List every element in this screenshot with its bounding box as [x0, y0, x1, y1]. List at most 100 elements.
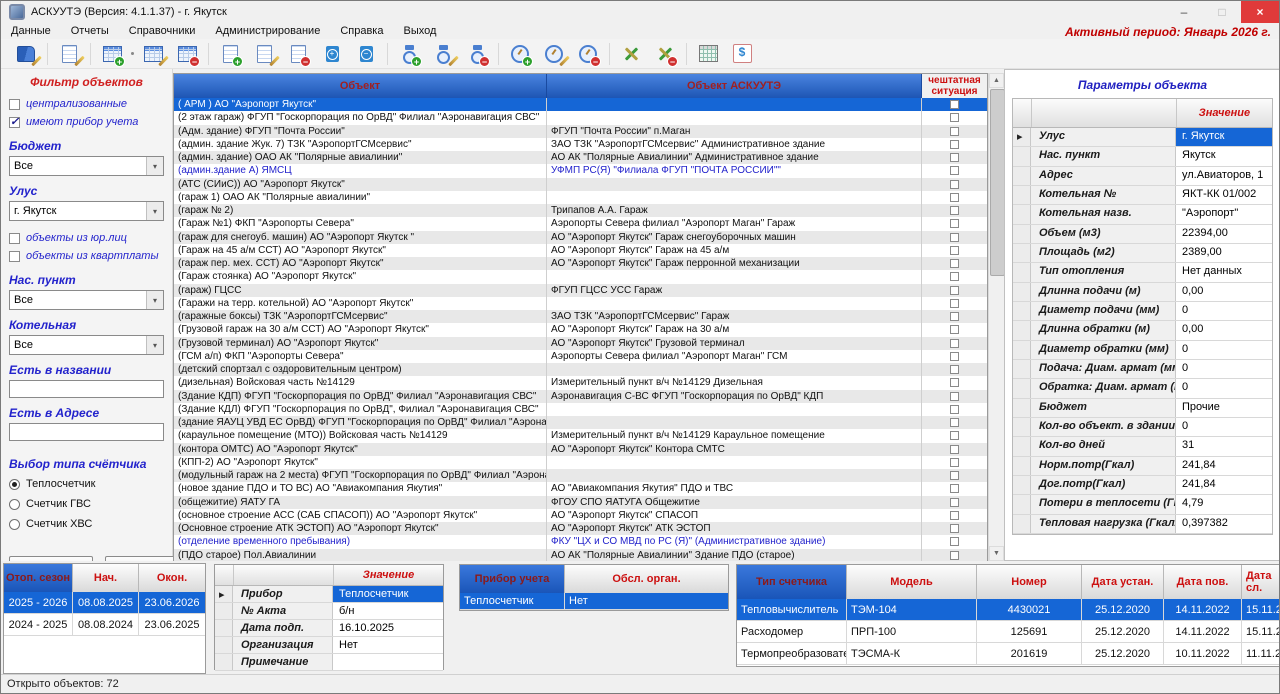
askuute-object-cell[interactable]: АО "Аэропорт Якутск" Грузовой терминал	[547, 337, 922, 350]
emergency-checkbox[interactable]	[950, 127, 959, 136]
askuute-object-cell[interactable]	[547, 98, 922, 111]
meter-type-cell[interactable]: Тепловычислитель	[737, 599, 847, 620]
emergency-checkbox[interactable]	[950, 551, 959, 560]
emergency-checkbox[interactable]	[950, 206, 959, 215]
param-row[interactable]: Нас. пункт Якутск	[1013, 147, 1272, 166]
emergency-checkbox[interactable]	[950, 537, 959, 546]
param-row[interactable]: Норм.потр(Гкал) 241,84	[1013, 457, 1272, 476]
meter-delete-button[interactable]: −	[461, 40, 493, 68]
emergency-checkbox[interactable]	[950, 180, 959, 189]
checkbox[interactable]	[9, 233, 20, 244]
emergency-checkbox[interactable]	[950, 484, 959, 493]
object-add-button[interactable]: +	[214, 40, 246, 68]
object-name-cell[interactable]: (основное строение АСС (САБ СПАСОП)) АО …	[174, 509, 547, 522]
table-row[interactable]: (Грузовой гараж на 30 а/м ССТ) АО "Аэроп…	[174, 323, 987, 336]
emergency-checkbox[interactable]	[950, 286, 959, 295]
act-row[interactable]: Дата подп. 16.10.2025	[215, 620, 443, 637]
param-row[interactable]: Кол-во дней 31	[1013, 437, 1272, 456]
askuute-object-cell[interactable]: Аэронавигация С-ВС ФГУП "Госкорпорация п…	[547, 390, 922, 403]
table-row[interactable]: (Адм. здание) ФГУП "Почта России" ФГУП "…	[174, 125, 987, 138]
object-edit-button[interactable]	[248, 40, 280, 68]
menu-item[interactable]: Выход	[393, 25, 446, 37]
param-value[interactable]: ул.Авиаторов, 1	[1176, 167, 1272, 185]
meter-row[interactable]: Термопреобразователь ТЭСМА-К 201619 25.1…	[737, 643, 1280, 665]
object-name-cell[interactable]: (админ. здание Жук. 7) ТЗК "АэропортГСМс…	[174, 138, 547, 151]
budget-select[interactable]: Все ▾	[9, 156, 164, 176]
checked-date-cell[interactable]: 14.11.2022	[1164, 599, 1242, 620]
object-name-cell[interactable]: (АТС (СИиС)) АО "Аэропорт Якутск"	[174, 178, 547, 191]
device-edit-button[interactable]	[538, 40, 570, 68]
minimize-button[interactable]: –	[1165, 1, 1203, 23]
emergency-checkbox[interactable]	[950, 339, 959, 348]
meter-type-cell[interactable]: Термопреобразователь	[737, 643, 847, 664]
menu-item[interactable]: Отчеты	[61, 25, 119, 37]
menu-item[interactable]: Данные	[1, 25, 61, 37]
column-header-installed[interactable]: Дата устан.	[1082, 565, 1164, 599]
param-row[interactable]: Диаметр обратки (мм) 0	[1013, 341, 1272, 360]
checked-date-cell[interactable]: 14.11.2022	[1164, 621, 1242, 642]
askuute-object-cell[interactable]: ФГУП "Почта России" п.Маган	[547, 125, 922, 138]
askuute-object-cell[interactable]: АО АК "Полярные Авиалинии" Административ…	[547, 151, 922, 164]
askuute-object-cell[interactable]: АО "Авиакомпания Якутия" ПДО и ТВС	[547, 482, 922, 495]
param-value[interactable]: ЯКТ-КК 01/002	[1176, 186, 1272, 204]
repair-delete-button[interactable]: −	[649, 40, 681, 68]
radio-button[interactable]	[9, 519, 20, 530]
filter-checkbox-row[interactable]: имеют прибор учета	[9, 113, 164, 131]
column-header-org[interactable]: Обсл. орган.	[565, 565, 728, 593]
start-date-cell[interactable]: 08.08.2024	[73, 614, 139, 635]
table-row[interactable]: (здание ЯАУЦ УВД ЕС ОрВД) ФГУП "Госкорпо…	[174, 416, 987, 429]
table-row[interactable]: (Гараж стоянка) АО "Аэропорт Якутск"	[174, 270, 987, 283]
emergency-checkbox[interactable]	[950, 193, 959, 202]
askuute-object-cell[interactable]	[547, 363, 922, 376]
registry-button[interactable]	[53, 40, 85, 68]
table-row[interactable]: (детский спортзал с оздоровительным цент…	[174, 363, 987, 376]
act-value[interactable]: 16.10.2025	[333, 620, 443, 636]
table-row[interactable]: (Здание КДЛ) ФГУП "Госкорпорация по ОрВД…	[174, 403, 987, 416]
column-header-season[interactable]: Отоп. сезон	[4, 564, 73, 592]
card-remove-button[interactable]: −	[350, 40, 382, 68]
act-row[interactable]: Прибор Теплосчетчик	[215, 586, 443, 603]
period-delete-button[interactable]: −	[171, 40, 203, 68]
maximize-button[interactable]: □	[1203, 1, 1241, 23]
radio-row[interactable]: Теплосчетчик	[9, 474, 164, 494]
object-name-cell[interactable]: (админ. здание) ОАО АК "Полярные авиалин…	[174, 151, 547, 164]
table-row[interactable]: (модульный гараж на 2 места) ФГУП "Госко…	[174, 469, 987, 482]
askuute-object-cell[interactable]	[547, 416, 922, 429]
object-name-cell[interactable]: (гараж для снегоуб. машин) АО "Аэропорт …	[174, 231, 547, 244]
model-cell[interactable]: ТЭМ-104	[847, 599, 977, 620]
param-row[interactable]: Котельная № ЯКТ-КК 01/002	[1013, 186, 1272, 205]
next-date-cell[interactable]: 11.11.20	[1242, 643, 1280, 664]
param-value[interactable]: 241,84	[1176, 457, 1272, 475]
object-name-cell[interactable]: (гараж) ГЦСС	[174, 284, 547, 297]
column-header-next[interactable]: Дата сл.	[1242, 565, 1280, 599]
table-row[interactable]: (админ. здание Жук. 7) ТЗК "АэропортГСМс…	[174, 138, 987, 151]
emergency-checkbox[interactable]	[950, 259, 959, 268]
table-row[interactable]: (основное строение АСС (САБ СПАСОП)) АО …	[174, 509, 987, 522]
radio-button[interactable]	[9, 479, 20, 490]
param-row[interactable]: Потери в теплосети (Гкал) 4,79	[1013, 495, 1272, 514]
chevron-down-icon[interactable]: ▾	[146, 202, 163, 220]
column-header-emergency[interactable]: чештатная ситуация	[922, 74, 987, 98]
filter-checkbox-row[interactable]: объекты из квартплаты	[9, 247, 164, 265]
scrollbar-thumb[interactable]	[990, 89, 1005, 276]
emergency-checkbox[interactable]	[950, 498, 959, 507]
table-row[interactable]: (Гараж на 45 а/м ССТ) АО "Аэропорт Якутс…	[174, 244, 987, 257]
askuute-object-cell[interactable]: ФКУ "ЦХ и СО МВД по РС (Я)" (Администрат…	[547, 535, 922, 548]
askuute-object-cell[interactable]: АО "Аэропорт Якутск" Контора СМТС	[547, 443, 922, 456]
column-header-model[interactable]: Модель	[847, 565, 977, 599]
askuute-object-cell[interactable]: АО "Аэропорт Якутск" Гараж на 45 а/м	[547, 244, 922, 257]
object-name-cell[interactable]: (Адм. здание) ФГУП "Почта России"	[174, 125, 547, 138]
next-date-cell[interactable]: 15.11.20	[1242, 621, 1280, 642]
param-value[interactable]: 0,397382	[1176, 515, 1272, 533]
object-name-cell[interactable]: (Здание КДЛ) ФГУП "Госкорпорация по ОрВД…	[174, 403, 547, 416]
scroll-down-icon[interactable]: ▼	[989, 546, 1004, 561]
table-row[interactable]: (караульное помещение (МТО)) Войсковая ч…	[174, 429, 987, 442]
card-add-button[interactable]: +	[316, 40, 348, 68]
askuute-object-cell[interactable]	[547, 469, 922, 482]
object-name-cell[interactable]: (Гаражи на терр. котельной) АО "Аэропорт…	[174, 297, 547, 310]
start-date-cell[interactable]: 08.08.2025	[73, 592, 139, 613]
model-cell[interactable]: ПРП-100	[847, 621, 977, 642]
table-row[interactable]: (контора ОМТС) АО "Аэропорт Якутск" АО "…	[174, 443, 987, 456]
table-row[interactable]: (гараж № 2) Трипапов А.А. Гараж	[174, 204, 987, 217]
device-cell[interactable]: Теплосчетчик	[460, 593, 565, 609]
